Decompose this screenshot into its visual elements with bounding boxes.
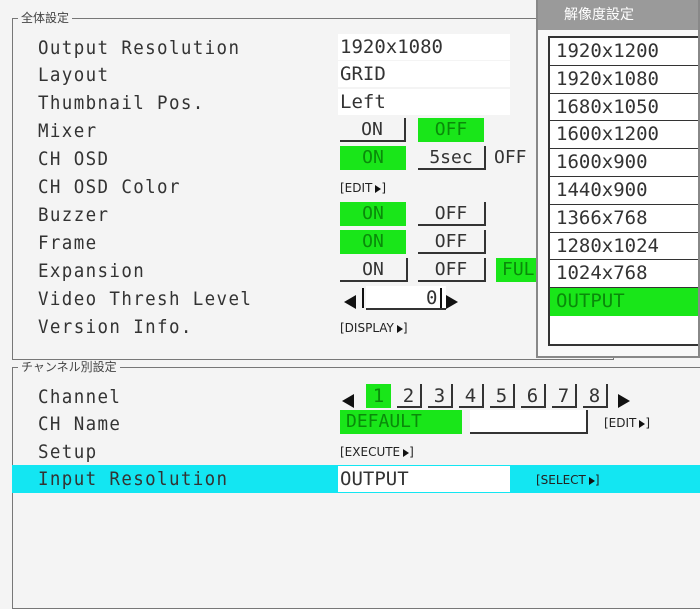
resolution-option[interactable]: 1920x1200 <box>550 38 698 66</box>
resolution-option[interactable]: 1920x1080 <box>550 66 698 94</box>
stepper-divider-left <box>362 288 364 308</box>
mixer-off-button[interactable]: OFF <box>418 118 484 142</box>
channel-tab-6[interactable]: 6 <box>521 384 546 408</box>
buzzer-label: Buzzer <box>38 204 110 226</box>
resolution-option[interactable]: 1600x1200 <box>550 121 698 150</box>
output-resolution-value: 1920x1080 <box>340 36 443 58</box>
buzzer-off-button[interactable]: OFF <box>418 202 486 226</box>
decrease-arrow-icon[interactable] <box>344 291 356 310</box>
ch-name-extra-field <box>470 410 588 434</box>
ch-osd-color-label: CH OSD Color <box>38 176 181 198</box>
setup-execute-text: [EXECUTE <box>340 445 401 459</box>
resolution-option[interactable]: OUTPUT <box>550 288 698 316</box>
version-display-button[interactable]: [DISPLAY] <box>340 320 408 336</box>
channel-tab-5[interactable]: 5 <box>490 384 515 408</box>
ch-osd-on-button[interactable]: ON <box>340 146 406 170</box>
expansion-label: Expansion <box>38 260 146 282</box>
ch-name-edit-text: [EDIT <box>604 416 637 430</box>
expansion-off-button[interactable]: OFF <box>418 258 486 282</box>
ch-osd-color-edit-text: [EDIT <box>340 181 373 195</box>
resolution-option[interactable]: 1440x900 <box>550 177 698 205</box>
channel-tab-8[interactable]: 8 <box>583 384 608 408</box>
channel-selector[interactable]: 12345678 <box>340 384 670 410</box>
version-display-text: [DISPLAY <box>340 321 394 335</box>
resolution-option[interactable]: 1024x768 <box>550 260 698 289</box>
video-thresh-value: 0 <box>426 287 438 309</box>
resolution-option[interactable]: 1366x768 <box>550 205 698 233</box>
mixer-on-button[interactable]: ON <box>340 118 406 142</box>
layout-value: GRID <box>340 63 386 85</box>
buzzer-on-button[interactable]: ON <box>340 202 406 226</box>
ch-name-field[interactable]: DEFAULT <box>340 410 462 434</box>
layout-label: Layout <box>38 64 110 86</box>
popup-title: 解像度設定 <box>538 0 698 30</box>
channel-tab-2[interactable]: 2 <box>397 384 422 408</box>
channel-tab-1[interactable]: 1 <box>366 384 391 408</box>
resolution-option[interactable]: 1280x1024 <box>550 233 698 261</box>
frame-off-button[interactable]: OFF <box>418 230 486 254</box>
ch-osd-label: CH OSD <box>38 148 110 170</box>
output-resolution-label: Output Resolution <box>38 37 241 59</box>
channel-tab-7[interactable]: 7 <box>552 384 577 408</box>
channel-tab-4[interactable]: 4 <box>459 384 484 408</box>
ch-osd-5sec-button[interactable]: 5sec <box>418 146 486 170</box>
ch-osd-color-edit-button[interactable]: [EDIT] <box>340 180 386 196</box>
input-resolution-label: Input Resolution <box>38 468 229 490</box>
expansion-on-button[interactable]: ON <box>340 258 408 282</box>
stepper-divider-right <box>440 288 442 308</box>
resolution-option[interactable]: 1600x900 <box>550 149 698 177</box>
frame-on-button[interactable]: ON <box>340 230 406 254</box>
resolution-option-list: 1920x1200 1920x1080 1680x1050 1600x1200 1600… <box>548 36 698 346</box>
channel-settings-legend: チャンネル別設定 <box>18 360 120 374</box>
video-thresh-stepper[interactable]: 0 <box>340 286 474 310</box>
increase-arrow-icon[interactable] <box>446 291 458 310</box>
thumbnail-pos-value: Left <box>340 91 386 113</box>
input-resolution-select-button[interactable]: [SELECT] <box>536 472 600 488</box>
setup-execute-button[interactable]: [EXECUTE] <box>340 444 414 460</box>
setup-label: Setup <box>38 441 98 463</box>
resolution-option[interactable]: 1680x1050 <box>550 94 698 122</box>
mixer-label: Mixer <box>38 120 98 142</box>
expansion-full-button[interactable]: FULL <box>496 258 545 282</box>
channel-label: Channel <box>38 386 122 408</box>
resolution-popup: 解像度設定 1920x1200 1920x1080 1680x1050 1600x12… <box>536 0 700 358</box>
channel-tab-3[interactable]: 3 <box>428 384 453 408</box>
prev-channel-arrow-icon[interactable] <box>342 390 354 409</box>
input-resolution-select-text: [SELECT <box>536 473 586 487</box>
next-channel-arrow-icon[interactable] <box>618 390 630 409</box>
video-thresh-label: Video Thresh Level <box>38 288 253 310</box>
version-info-label: Version Info. <box>38 316 193 338</box>
frame-label: Frame <box>38 232 98 254</box>
global-settings-legend: 全体設定 <box>18 11 73 25</box>
input-resolution-value: OUTPUT <box>340 468 409 490</box>
ch-name-edit-button[interactable]: [EDIT] <box>604 415 650 431</box>
thumbnail-pos-label: Thumbnail Pos. <box>38 92 205 114</box>
ch-name-label: CH Name <box>38 413 122 435</box>
